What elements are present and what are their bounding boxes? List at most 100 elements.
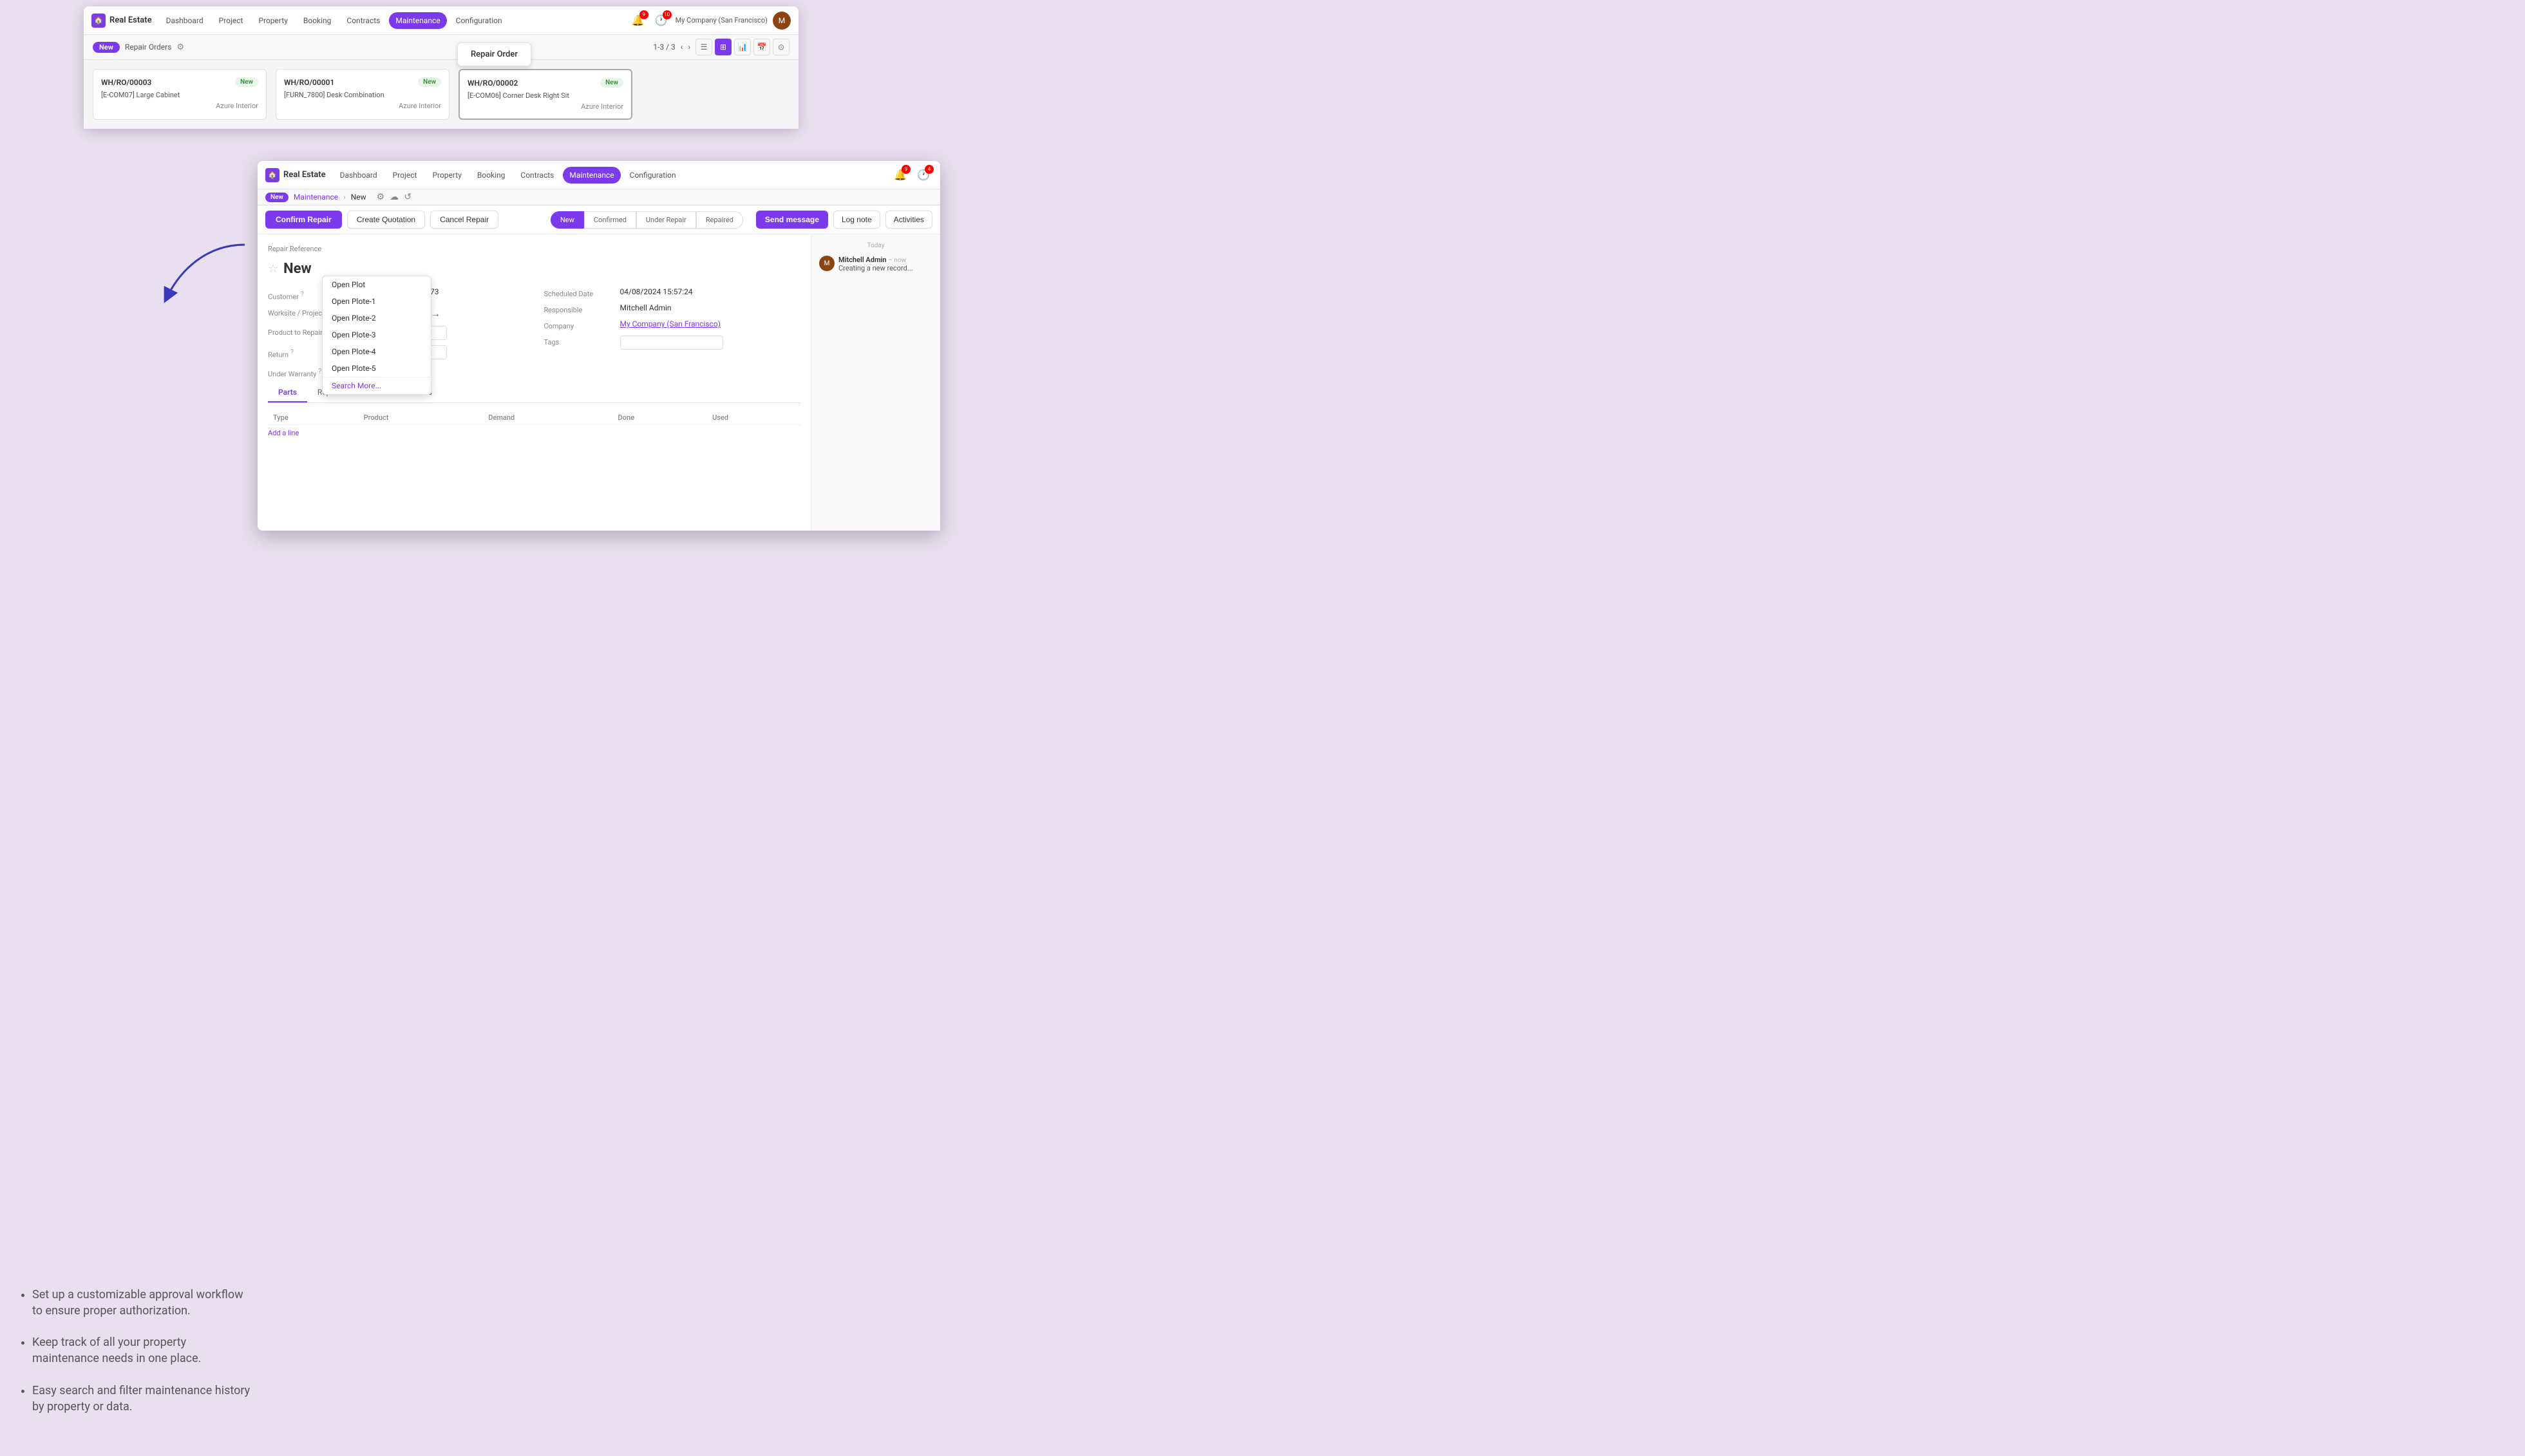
w2-nav-configuration[interactable]: Configuration [623, 167, 683, 184]
dropdown-item-1[interactable]: Open Plote-1 [323, 293, 431, 310]
card-1-ref: WH/RO/00001 [284, 78, 334, 87]
confirm-repair-button[interactable]: Confirm Repair [265, 211, 342, 229]
responsible-field: Responsible Mitchell Admin [544, 303, 801, 314]
bullet-3: Easy search and filter maintenance histo… [32, 1383, 251, 1415]
dropdown-search-more[interactable]: Search More... [323, 377, 431, 394]
bullet-list: Set up a customizable approval workflow … [19, 1287, 251, 1430]
favorite-star[interactable]: ☆ [268, 262, 278, 276]
scheduled-date-field: Scheduled Date 04/08/2024 15:57:24 [544, 287, 801, 298]
tab-parts[interactable]: Parts [268, 383, 307, 402]
dropdown-item-3[interactable]: Open Plote-3 [323, 326, 431, 343]
status-steps: New Confirmed Under Repair Repaired [551, 211, 743, 229]
notification-bell-1[interactable]: 🔔 9 [629, 12, 647, 30]
breadcrumb-maintenance-link[interactable]: Maintenance [294, 193, 338, 202]
dropdown-item-5[interactable]: Open Plote-5 [323, 360, 431, 377]
activities-button[interactable]: Activities [885, 211, 932, 229]
w2-notif-1[interactable]: 🔔 9 [891, 166, 909, 184]
nav-property[interactable]: Property [252, 12, 294, 29]
scheduled-date-value: 04/08/2024 15:57:24 [620, 287, 801, 296]
card-0-company: Azure Interior [101, 102, 258, 110]
next-page[interactable]: › [688, 43, 690, 52]
chatter-time: – [888, 257, 894, 264]
company-field: Company My Company (San Francisco) [544, 319, 801, 330]
window1-navbar: 🏠 Real Estate Dashboard Project Property… [84, 6, 799, 35]
company-value[interactable]: My Company (San Francisco) [620, 319, 801, 328]
nav-contracts[interactable]: Contracts [340, 12, 386, 29]
step-repaired[interactable]: Repaired [696, 211, 743, 229]
w2-nav-property[interactable]: Property [426, 167, 468, 184]
chatter-author: Mitchell Admin [838, 256, 887, 264]
card-0-badge: New [235, 77, 258, 87]
bullet-2: Keep track of all your property maintena… [32, 1334, 251, 1366]
calendar-view[interactable]: 📅 [753, 39, 770, 55]
notif-count-2: 10 [663, 10, 672, 19]
user-avatar[interactable]: M [773, 12, 791, 30]
more-view[interactable]: ⊙ [773, 39, 790, 55]
send-message-button[interactable]: Send message [756, 211, 828, 229]
w2-nav-dashboard[interactable]: Dashboard [334, 167, 384, 184]
w2-nav-contracts[interactable]: Contracts [514, 167, 560, 184]
graph-view[interactable]: 📊 [734, 39, 751, 55]
tags-field: Tags [544, 336, 801, 350]
col-product: Product [359, 411, 484, 425]
repair-ref-label: Repair Reference [268, 245, 800, 253]
w2-notif-2[interactable]: 🕐 4 [914, 166, 932, 184]
brand-icon: 🏠 [91, 14, 106, 28]
right-fields: Scheduled Date 04/08/2024 15:57:24 Respo… [544, 287, 801, 383]
warranty-help[interactable]: ? [318, 367, 321, 375]
tags-input[interactable] [620, 336, 723, 350]
card-2-badge: New [600, 78, 623, 88]
worksite-dropdown: Open Plot Open Plote-1 Open Plote-2 Open… [322, 276, 431, 395]
cancel-repair-button[interactable]: Cancel Repair [430, 211, 498, 229]
w2-nav-maintenance[interactable]: Maintenance [563, 167, 620, 184]
tags-label: Tags [544, 336, 615, 346]
w2-nav-booking[interactable]: Booking [471, 167, 512, 184]
window2-brand[interactable]: 🏠 Real Estate [265, 168, 326, 182]
step-new[interactable]: New [551, 211, 584, 229]
chatter-panel: Today M Mitchell Admin – now Creating a … [811, 234, 940, 531]
create-quotation-button[interactable]: Create Quotation [347, 211, 425, 229]
dropdown-item-2[interactable]: Open Plote-2 [323, 310, 431, 326]
customer-help[interactable]: ? [301, 290, 304, 298]
pagination: 1-3 / 3 [653, 43, 675, 52]
notification-activity[interactable]: 🕐 10 [652, 12, 670, 30]
kanban-card-2[interactable]: WH/RO/00002 New [E-COM06] Corner Desk Ri… [459, 69, 632, 120]
card-0-header: WH/RO/00003 New [101, 77, 258, 87]
step-confirmed[interactable]: Confirmed [584, 211, 636, 229]
card-2-ref: WH/RO/00002 [468, 79, 518, 88]
cloud-save-icon[interactable]: ☁ [390, 192, 399, 202]
list-view[interactable]: ☰ [695, 39, 712, 55]
refresh-icon[interactable]: ↺ [404, 192, 411, 202]
nav-configuration[interactable]: Configuration [449, 12, 509, 29]
dropdown-item-4[interactable]: Open Plote-4 [323, 343, 431, 360]
chatter-msg-body: Mitchell Admin – now Creating a new reco… [838, 256, 913, 272]
log-note-button[interactable]: Log note [833, 211, 880, 229]
return-help[interactable]: ? [290, 348, 294, 356]
window1-brand[interactable]: 🏠 Real Estate [91, 14, 152, 28]
step-under-repair[interactable]: Under Repair [636, 211, 696, 229]
add-line-button[interactable]: Add a line [268, 425, 299, 441]
breadcrumb-sep: › [343, 193, 346, 202]
kanban-view[interactable]: ⊞ [715, 39, 732, 55]
nav-maintenance[interactable]: Maintenance [389, 12, 446, 29]
window1-subheader: New Repair Orders ⚙ 1-3 / 3 ‹ › ☰ ⊞ 📊 📅 … [84, 35, 799, 60]
kanban-card-0[interactable]: WH/RO/00003 New [E-COM07] Large Cabinet … [93, 69, 267, 120]
kanban-area: WH/RO/00003 New [E-COM07] Large Cabinet … [84, 60, 799, 129]
chatter-today-label: Today [819, 242, 932, 249]
nav-booking[interactable]: Booking [297, 12, 338, 29]
card-1-product: [FURN_7800] Desk Combination [284, 91, 441, 99]
company-label: Company [544, 319, 615, 330]
dropdown-item-0[interactable]: Open Plot [323, 276, 431, 293]
nav-dashboard[interactable]: Dashboard [160, 12, 210, 29]
w2-nav-project[interactable]: Project [386, 167, 424, 184]
settings-icon-form[interactable]: ⚙ [377, 192, 385, 202]
settings-icon[interactable]: ⚙ [176, 43, 184, 52]
card-2-company: Azure Interior [468, 102, 623, 111]
responsible-value: Mitchell Admin [620, 303, 801, 312]
form-title: New [283, 261, 312, 277]
nav-project[interactable]: Project [213, 12, 250, 29]
prev-page[interactable]: ‹ [681, 43, 683, 52]
breadcrumb[interactable]: Repair Orders [125, 43, 172, 52]
kanban-card-1[interactable]: WH/RO/00001 New [FURN_7800] Desk Combina… [276, 69, 449, 120]
worksite-arrow[interactable]: → [430, 307, 440, 320]
